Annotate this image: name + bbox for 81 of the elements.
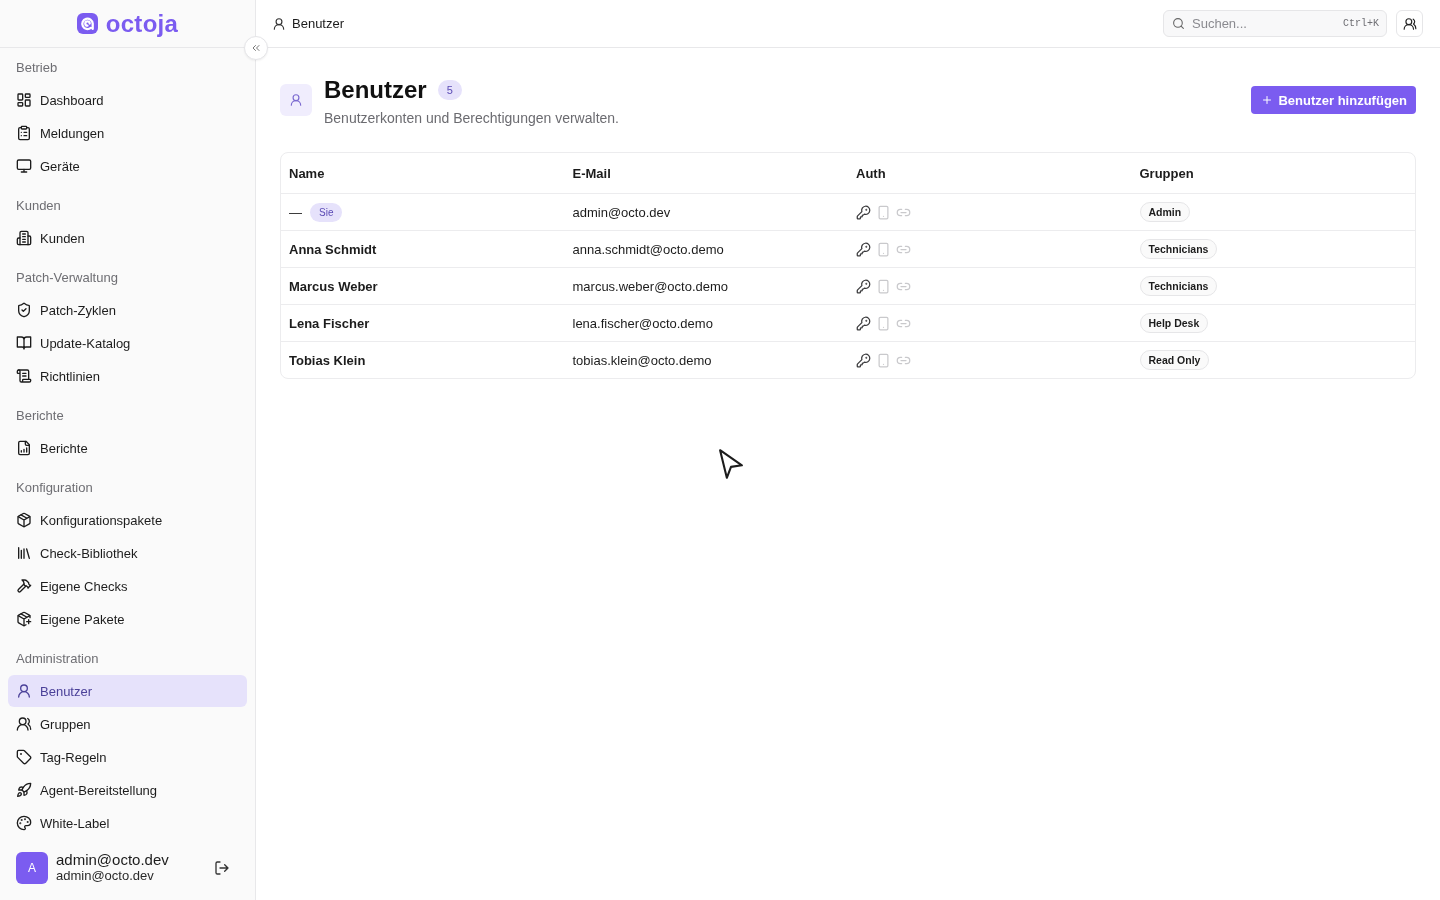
sidebar-item[interactable]: Update-Katalog [8, 327, 247, 359]
clipboard-list-icon [16, 125, 32, 141]
users-icon [1402, 16, 1417, 31]
column-header: Auth [848, 153, 1132, 194]
column-header: Name [281, 153, 565, 194]
group-tag: Technicians [1139, 239, 1218, 259]
section-heading: Patch-Verwaltung [15, 269, 119, 287]
user-icon [272, 16, 286, 31]
sidebar-item[interactable]: Kunden [8, 222, 247, 254]
sidebar-item[interactable]: Agent-Bereitstellung [8, 774, 247, 806]
section-heading: Kunden [15, 197, 62, 215]
search-icon [1172, 17, 1185, 30]
sidebar-item[interactable]: Benutzer [8, 675, 247, 707]
sidebar-item[interactable]: Konfigurationspakete [8, 504, 247, 536]
page-title: Benutzer [324, 76, 427, 104]
section-heading: Berichte [15, 407, 65, 425]
double-chevron-left-icon [250, 42, 262, 54]
table-cell: anna.schmidt@octo.demo [564, 230, 848, 268]
logo-text: octoja [105, 9, 179, 38]
logout-button[interactable] [214, 859, 230, 876]
group-tag: Help Desk [1139, 313, 1209, 333]
bookshelf-icon [16, 545, 32, 561]
table-cell: tobias.klein@octo.demo [564, 341, 848, 378]
column-header: E-Mail [564, 153, 848, 194]
table-cell: lena.fischer@octo.demo [564, 304, 848, 342]
sidebar-item[interactable]: Richtlinien [8, 360, 247, 392]
breadcrumb: Benutzer [292, 16, 345, 31]
group-tag: Read Only [1139, 350, 1210, 370]
package-plus-icon [16, 611, 32, 627]
avatar: A [16, 851, 48, 884]
table-cell: Marcus Weber [281, 267, 565, 305]
logo-icon [76, 13, 98, 34]
section-heading: Administration [15, 650, 100, 668]
table-cell: admin@octo.dev [564, 193, 848, 231]
package-icon [16, 512, 32, 528]
shortcut-hint: Ctrl+K [1343, 18, 1379, 29]
sidebar-item[interactable]: Berichte [8, 432, 247, 464]
sidebar-item[interactable]: Geräte [8, 150, 247, 182]
scroll-icon [16, 368, 32, 384]
sidebar-item[interactable]: Patch-Zyklen [8, 294, 247, 326]
file-chart-icon [16, 440, 32, 456]
shield-check-icon [16, 302, 32, 318]
user-icon [289, 93, 303, 107]
sidebar-item[interactable]: Eigene Checks [8, 570, 247, 602]
table-cell: Tobias Klein [281, 341, 565, 378]
section-heading: Konfiguration [15, 479, 94, 497]
table-cell: marcus.weber@octo.demo [564, 267, 848, 305]
hammer-icon [16, 578, 32, 594]
table-cell: Lena Fischer [281, 304, 565, 342]
group-tag: Admin [1139, 202, 1191, 222]
section-heading: Betrieb [15, 59, 59, 77]
count-badge: 5 [437, 80, 462, 100]
you-badge: Sie [310, 202, 343, 222]
user-name: admin@octo.dev [56, 851, 170, 868]
column-header: Gruppen [1131, 153, 1415, 194]
plus-icon [1261, 94, 1274, 106]
users-button[interactable] [1396, 10, 1423, 37]
sidebar-item[interactable]: Tag-Regeln [8, 741, 247, 773]
group-tag: Technicians [1139, 276, 1218, 296]
dashboard-grid-icon [16, 92, 32, 108]
user-icon [16, 683, 32, 699]
logout-icon [214, 859, 230, 876]
sidebar-item[interactable]: White-Label [8, 807, 247, 839]
open-book-icon [16, 335, 32, 351]
sidebar-item[interactable]: Dashboard [8, 84, 247, 116]
pointer-cursor-icon [718, 448, 744, 480]
add-user-button[interactable]: Benutzer hinzufügen [1251, 86, 1416, 114]
sidebar-item[interactable]: Gruppen [8, 708, 247, 740]
user-email: admin@octo.dev [56, 868, 155, 884]
page-subtitle: Benutzerkonten und Berechtigungen verwalten. [324, 109, 619, 128]
tag-icon [16, 749, 32, 765]
rocket-icon [16, 782, 32, 798]
table-cell: Anna Schmidt [281, 230, 565, 268]
users-icon [16, 716, 32, 732]
building-icon [16, 230, 32, 246]
palette-icon [16, 815, 32, 831]
sidebar-item[interactable]: Meldungen [8, 117, 247, 149]
sidebar-item[interactable]: Eigene Pakete [8, 603, 247, 635]
monitor-icon [16, 158, 32, 174]
sidebar-item[interactable]: Check-Bibliothek [8, 537, 247, 569]
user-name-text: — [289, 204, 302, 220]
